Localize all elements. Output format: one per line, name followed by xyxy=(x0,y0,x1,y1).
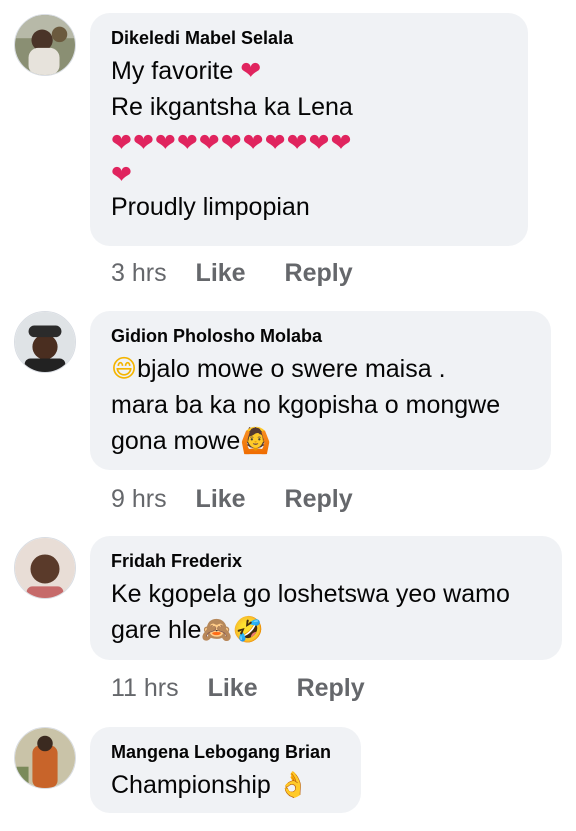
comment-text: gona mowe xyxy=(111,427,241,455)
comment-text-line: Re ikgantsha ka Lena xyxy=(111,93,353,121)
see-no-evil-monkey-icon: 🙈 xyxy=(201,615,233,644)
heart-icon: ❤ xyxy=(111,160,132,189)
like-button[interactable]: Like xyxy=(208,674,258,702)
comment-bubble: Mangena Lebogang Brian Championship 👌 xyxy=(90,727,361,813)
avatar-photo xyxy=(15,728,75,788)
comment-timestamp[interactable]: 11 hrs xyxy=(111,674,179,702)
comment-text: Championship xyxy=(111,771,271,799)
comment-text: My favorite xyxy=(111,57,234,85)
reply-button[interactable]: Reply xyxy=(285,485,353,513)
comment-bubble: Fridah Frederix Ke kgopela go loshetswa … xyxy=(90,536,562,660)
comment-actions: 11 hrs Like Reply xyxy=(111,673,397,703)
like-button[interactable]: Like xyxy=(196,259,246,287)
grinning-face-icon: 😄 xyxy=(111,354,138,383)
comment-text-line: gare hle🙈🤣 xyxy=(111,612,542,648)
comment-timestamp[interactable]: 3 hrs xyxy=(111,259,167,287)
comment-bubble: Dikeledi Mabel Selala My favorite ❤ Re i… xyxy=(90,13,528,246)
person-gesturing-ok-icon: 🙆 xyxy=(240,426,272,455)
comment-text-line: Proudly limpopian xyxy=(111,193,310,221)
reply-button[interactable]: Reply xyxy=(297,674,365,702)
avatar[interactable] xyxy=(14,727,76,789)
rofl-face-icon: 🤣 xyxy=(232,615,264,644)
avatar[interactable] xyxy=(14,14,76,76)
comment-author[interactable]: Gidion Pholosho Molaba xyxy=(111,325,531,347)
avatar[interactable] xyxy=(14,537,76,599)
comment-text-line: Championship 👌 xyxy=(111,767,341,803)
comment-timestamp[interactable]: 9 hrs xyxy=(111,485,167,513)
comment-author[interactable]: Dikeledi Mabel Selala xyxy=(111,27,508,49)
avatar-photo xyxy=(15,312,75,372)
comment-text-line: My favorite ❤ xyxy=(111,53,508,89)
comment-actions: 9 hrs Like Reply xyxy=(111,484,385,514)
comment-text-line: gona mowe🙆 xyxy=(111,423,531,459)
comment-author[interactable]: Fridah Frederix xyxy=(111,550,542,572)
like-button[interactable]: Like xyxy=(196,485,246,513)
comment-author[interactable]: Mangena Lebogang Brian xyxy=(111,741,341,763)
comment-text-line: 😄bjalo mowe o swere maisa . xyxy=(111,351,531,387)
comment-text-line: Ke kgopela go loshetswa yeo wamo xyxy=(111,580,510,608)
avatar-photo xyxy=(15,15,75,75)
comment-text: bjalo mowe o swere maisa . xyxy=(137,355,446,383)
avatar-photo xyxy=(15,538,75,598)
reply-button[interactable]: Reply xyxy=(285,259,353,287)
comment-bubble: Gidion Pholosho Molaba 😄bjalo mowe o swe… xyxy=(90,311,551,470)
ok-hand-icon: 👌 xyxy=(277,770,309,799)
comment-actions: 3 hrs Like Reply xyxy=(111,258,385,288)
hearts-row-icon: ❤❤❤❤❤❤❤❤❤❤❤ xyxy=(111,128,353,157)
comment-text-line: mara ba ka no kgopisha o mongwe xyxy=(111,391,501,419)
avatar[interactable] xyxy=(14,311,76,373)
comment-text: gare hle xyxy=(111,616,202,644)
heart-icon: ❤ xyxy=(240,56,262,85)
